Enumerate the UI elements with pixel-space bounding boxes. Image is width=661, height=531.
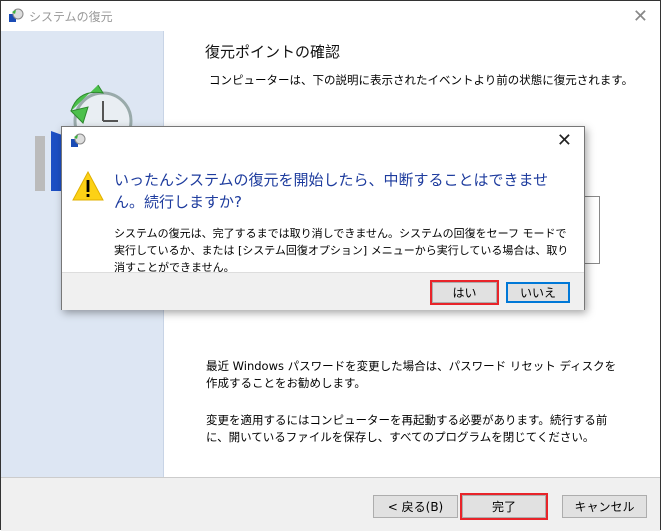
close-icon[interactable]: ✕ <box>633 6 648 27</box>
wizard-footer: < 戻る(B) 完了 キャンセル <box>1 477 660 531</box>
password-note: 最近 Windows パスワードを変更した場合は、パスワード リセット ディスク… <box>206 359 617 390</box>
page-subtitle: コンピューターは、下の説明に表示されたイベントより前の状態に復元されます。 <box>209 73 634 87</box>
dialog-footer: はい いいえ <box>62 272 584 310</box>
system-restore-icon <box>9 8 24 22</box>
window-title: システムの復元 <box>29 9 113 24</box>
back-button[interactable]: < 戻る(B) <box>373 495 458 518</box>
title-bar: システムの復元 ✕ <box>1 1 660 31</box>
dialog-close-icon[interactable]: ✕ <box>557 130 572 151</box>
no-button[interactable]: いいえ <box>506 282 570 303</box>
confirm-dialog: ✕ いったんシステムの復元を開始したら、中断することはできません。続行しますか?… <box>61 126 585 310</box>
page-heading: 復元ポイントの確認 <box>205 43 341 61</box>
restart-note: 変更を適用するにはコンピューターを再起動する必要があります。続行する前に、開いて… <box>206 413 608 444</box>
system-restore-icon <box>71 133 86 147</box>
finish-button[interactable]: 完了 <box>460 493 548 520</box>
yes-button[interactable]: はい <box>430 280 499 305</box>
dialog-message: いったんシステムの復元を開始したら、中断することはできません。続行しますか? <box>114 171 549 211</box>
dialog-detail: システムの復元は、完了するまでは取り消しできません。システムの回復をセーフ モー… <box>114 227 569 274</box>
warning-icon <box>72 171 104 201</box>
cancel-button[interactable]: キャンセル <box>562 495 647 518</box>
